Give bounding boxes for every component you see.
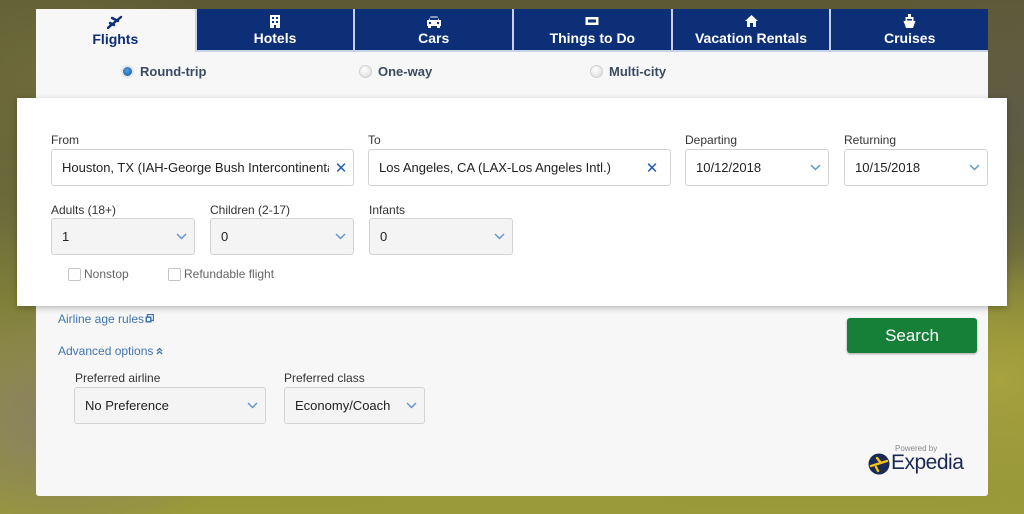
select-value: 0 [380, 229, 388, 244]
preferred-airline-label: Preferred airline [75, 371, 161, 385]
radio-multi-city[interactable]: Multi-city [590, 64, 666, 79]
returning-date-input[interactable]: 10/15/2018 [844, 149, 988, 186]
hotel-building-icon [269, 13, 281, 29]
ticket-icon [585, 13, 599, 29]
powered-by-expedia: Powered by Expedia [868, 444, 968, 478]
clear-x-icon[interactable]: ✕ [634, 159, 670, 177]
tab-cars[interactable]: Cars [353, 9, 512, 52]
chevron-down-icon [239, 402, 265, 409]
link-label: Airline age rules [58, 312, 145, 326]
radio-one-way[interactable]: One-way [359, 64, 432, 79]
ship-icon [903, 13, 916, 29]
car-icon [426, 13, 442, 29]
returning-label: Returning [844, 133, 897, 147]
radio-unchecked-icon [359, 65, 372, 78]
advanced-options-toggle[interactable]: Advanced options [58, 344, 163, 358]
chevron-down-icon [168, 233, 194, 240]
tab-label: Flights [92, 31, 139, 47]
departing-date-input[interactable]: 10/12/2018 [685, 149, 829, 186]
tab-label: Cruises [884, 30, 936, 46]
chevron-down-icon [961, 164, 987, 171]
radio-label: Multi-city [609, 64, 667, 79]
radio-unchecked-icon [590, 65, 603, 78]
flight-search-form: From Houston, TX (IAH-George Bush Interc… [17, 98, 1007, 306]
children-select[interactable]: 0 [210, 218, 354, 255]
input-value: Houston, TX (IAH-George Bush Intercontin… [62, 160, 329, 175]
checkbox-label: Nonstop [84, 267, 129, 281]
checkbox-unchecked-icon [68, 267, 81, 281]
chevron-down-icon [398, 402, 424, 409]
chevron-down-icon [327, 233, 353, 240]
input-value: Los Angeles, CA (LAX-Los Angeles Intl.) [379, 160, 611, 175]
nonstop-checkbox[interactable]: Nonstop [68, 267, 129, 281]
preferred-class-select[interactable]: Economy/Coach [284, 387, 425, 424]
radio-checked-icon [121, 65, 134, 78]
trip-type-group: Round-trip One-way Multi-city [36, 64, 988, 84]
preferred-class-label: Preferred class [284, 371, 365, 385]
link-label: Advanced options [58, 344, 154, 358]
tab-things-to-do[interactable]: Things to Do [512, 9, 671, 52]
expedia-logo-icon [868, 453, 890, 480]
adults-select[interactable]: 1 [51, 218, 195, 255]
from-input[interactable]: Houston, TX (IAH-George Bush Intercontin… [51, 149, 354, 186]
infants-label: Infants [369, 203, 406, 217]
tab-label: Hotels [253, 30, 297, 46]
product-tabs: Flights Hotels Cars Things to Do Vacatio… [36, 9, 989, 52]
radio-round-trip[interactable]: Round-trip [121, 64, 206, 79]
to-label: To [368, 133, 381, 147]
radio-label: One-way [378, 64, 433, 79]
plane-icon [107, 14, 123, 30]
adults-label: Adults (18+) [51, 203, 117, 217]
to-input[interactable]: Los Angeles, CA (LAX-Los Angeles Intl.) … [368, 149, 671, 186]
input-value: 10/12/2018 [696, 160, 762, 175]
infants-select[interactable]: 0 [369, 218, 513, 255]
tab-label: Vacation Rentals [694, 30, 808, 46]
double-chevron-up-icon [156, 344, 163, 358]
select-value: Economy/Coach [295, 398, 391, 413]
search-button[interactable]: Search [847, 318, 977, 353]
airline-age-rules-link[interactable]: Airline age rules [58, 312, 155, 326]
tab-flights[interactable]: Flights [36, 9, 195, 52]
tab-vacation-rentals[interactable]: Vacation Rentals [670, 9, 830, 52]
chevron-down-icon [802, 164, 828, 171]
tab-label: Cars [418, 30, 450, 46]
clear-x-icon[interactable]: ✕ [329, 159, 353, 177]
tab-label: Things to Do [549, 30, 636, 46]
radio-label: Round-trip [140, 64, 207, 79]
tab-cruises[interactable]: Cruises [829, 9, 989, 52]
tab-hotels[interactable]: Hotels [194, 9, 354, 52]
chevron-down-icon [486, 233, 512, 240]
house-icon [744, 13, 759, 29]
from-label: From [51, 133, 79, 147]
select-value: 0 [221, 229, 229, 244]
checkbox-unchecked-icon [168, 267, 181, 281]
input-value: 10/15/2018 [855, 160, 921, 175]
refundable-flight-checkbox[interactable]: Refundable flight [168, 267, 274, 281]
select-value: No Preference [85, 398, 169, 413]
departing-label: Departing [685, 133, 738, 147]
external-link-icon [145, 312, 155, 326]
preferred-airline-select[interactable]: No Preference [74, 387, 266, 424]
select-value: 1 [62, 229, 70, 244]
checkbox-label: Refundable flight [184, 267, 275, 281]
children-label: Children (2-17) [210, 203, 291, 217]
expedia-wordmark: Expedia [891, 451, 964, 474]
